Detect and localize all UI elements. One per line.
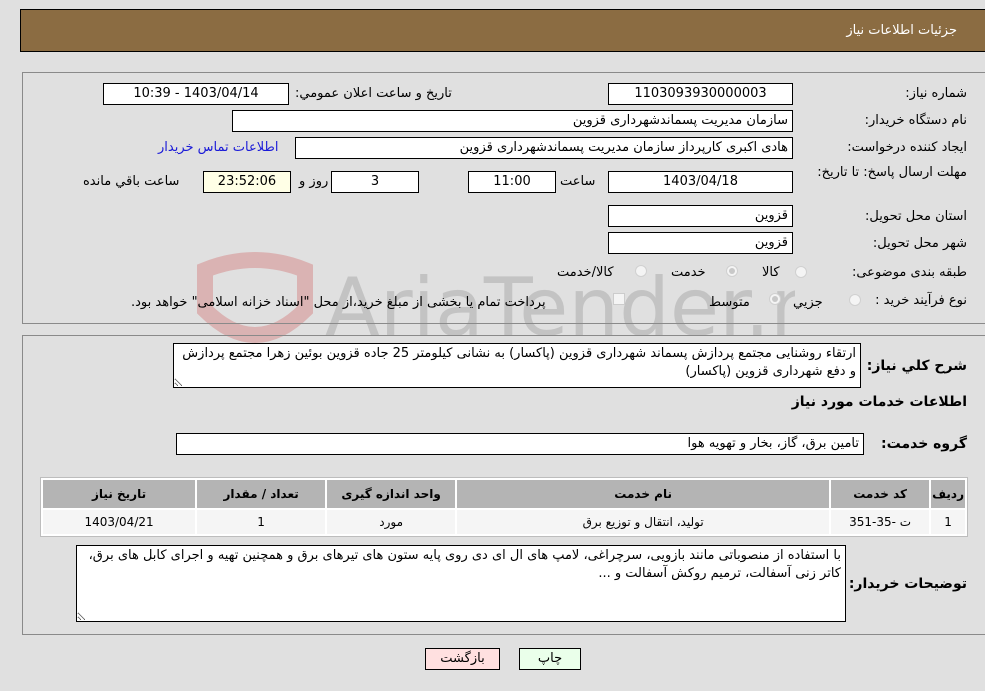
cell-row-number: 1: [931, 510, 965, 534]
col-header-unit: واحد اندازه گیری: [327, 480, 456, 508]
table-header-row: ردیف کد خدمت نام خدمت واحد اندازه گیری ت…: [43, 480, 965, 508]
city-label: شهر محل تحویل:: [872, 236, 967, 251]
need-info-panel: شماره نیاز: 1103093930000003 تاریخ و ساع…: [22, 72, 985, 324]
description-label: شرح كلي نياز:: [866, 358, 967, 374]
table-row: 1 ت -35-351 تولید، انتقال و توزیع برق مو…: [43, 510, 965, 534]
announce-label: تاریخ و ساعت اعلان عمومي:: [295, 86, 452, 101]
days-label: روز و: [299, 174, 329, 189]
province-field[interactable]: قزوین: [608, 205, 793, 227]
service-group-label: گروه خدمت:: [881, 436, 967, 452]
need-details-panel: شرح كلي نياز: ارتقاء روشنایی مجتمع پرداز…: [22, 335, 985, 635]
category-option-service: خدمت: [671, 265, 706, 280]
creator-label: ایجاد کننده درخواست:: [847, 140, 967, 155]
category-option-goods-service: کالا/خدمت: [557, 265, 614, 280]
city-field[interactable]: قزوین: [608, 232, 793, 254]
service-group-field[interactable]: تامین برق، گاز، بخار و تهویه هوا: [176, 433, 864, 455]
buyer-org-label: نام دستگاه خريدار:: [864, 113, 967, 128]
category-label: طبقه بندی موضوعی:: [851, 265, 967, 280]
col-header-service-code: کد خدمت: [831, 480, 930, 508]
services-table: ردیف کد خدمت نام خدمت واحد اندازه گیری ت…: [40, 477, 968, 537]
print-button[interactable]: چاپ: [519, 648, 581, 670]
province-label: استان محل تحویل:: [865, 209, 967, 224]
need-number-label: شماره نیاز:: [905, 86, 967, 101]
treasury-checkbox[interactable]: [613, 293, 625, 305]
deadline-time-label: ساعت: [560, 174, 596, 189]
services-heading: اطلاعات خدمات مورد نیاز: [791, 394, 967, 410]
need-number-field[interactable]: 1103093930000003: [608, 83, 793, 105]
remaining-time-label: ساعت باقي مانده: [83, 174, 180, 189]
category-option-goods: کالا: [762, 265, 780, 280]
cell-need-date: 1403/04/21: [43, 510, 196, 534]
buyer-notes-textarea[interactable]: با استفاده از منصوباتی مانند بازویی، سرچ…: [76, 545, 846, 622]
cell-quantity: 1: [197, 510, 326, 534]
cell-unit: مورد: [327, 510, 456, 534]
cell-service-code: ت -35-351: [831, 510, 930, 534]
col-header-need-date: تاریخ نیاز: [43, 480, 196, 508]
process-option-minor: جزيي: [793, 295, 823, 310]
description-textarea[interactable]: ارتقاء روشنایی مجتمع پردازش پسماند شهردا…: [173, 343, 861, 388]
cell-service-name: تولید، انتقال و توزیع برق: [457, 510, 830, 534]
category-radio-service[interactable]: [726, 265, 738, 277]
announce-datetime-field[interactable]: 1403/04/14 - 10:39: [103, 83, 289, 105]
buyer-contact-link[interactable]: اطلاعات تماس خریدار: [158, 140, 278, 155]
creator-field[interactable]: هادی اکبری کارپرداز سازمان مدیریت پسماند…: [295, 137, 793, 159]
col-header-service-name: نام خدمت: [457, 480, 830, 508]
process-type-label: نوع فرآیند خرید :: [875, 293, 967, 308]
back-button[interactable]: بازگشت: [425, 648, 500, 670]
col-header-quantity: تعداد / مقدار: [197, 480, 326, 508]
category-radio-goods-service[interactable]: [635, 265, 647, 277]
page-header: جزئیات اطلاعات نیاز: [20, 9, 985, 52]
process-option-medium: متوسط: [709, 295, 750, 310]
category-radio-goods[interactable]: [795, 266, 807, 278]
col-header-row-number: ردیف: [931, 480, 965, 508]
deadline-date-field[interactable]: 1403/04/18: [608, 171, 793, 193]
treasury-note: پرداخت تمام یا بخشی از مبلغ خرید،از محل …: [131, 295, 546, 310]
deadline-label: مهلت ارسال پاسخ: تا تاریخ:: [817, 165, 967, 180]
deadline-time-field[interactable]: 11:00: [468, 171, 556, 193]
process-radio-medium[interactable]: [769, 293, 781, 305]
buyer-org-field[interactable]: سازمان مدیریت پسماندشهرداری قزوین: [232, 110, 793, 132]
page-title: جزئیات اطلاعات نیاز: [846, 23, 957, 38]
buyer-notes-label: توضیحات خریدار:: [848, 576, 967, 592]
process-radio-minor[interactable]: [849, 294, 861, 306]
days-remaining-field[interactable]: 3: [331, 171, 419, 193]
remaining-time-field: 23:52:06: [203, 171, 291, 193]
